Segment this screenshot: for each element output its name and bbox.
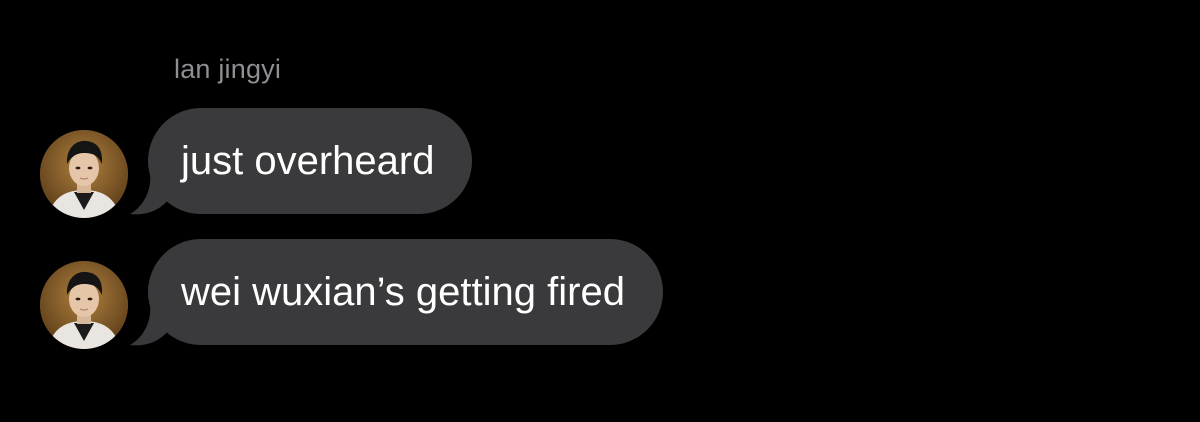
message-row: just overheard [0,108,1200,218]
profile-photo-icon [40,130,128,218]
profile-photo-icon [40,261,128,349]
message-bubble[interactable]: wei wuxian’s getting fired [148,239,663,345]
message-text: just overheard [181,139,435,183]
message-bubble[interactable]: just overheard [148,108,473,214]
avatar[interactable] [40,130,128,218]
message-text: wei wuxian’s getting fired [181,270,625,314]
avatar[interactable] [40,261,128,349]
sender-name: lan jingyi [174,54,282,84]
message-thread: lan jingyi just overheard wei wuxian’s g… [0,0,1200,422]
message-row: wei wuxian’s getting fired [0,239,1200,349]
